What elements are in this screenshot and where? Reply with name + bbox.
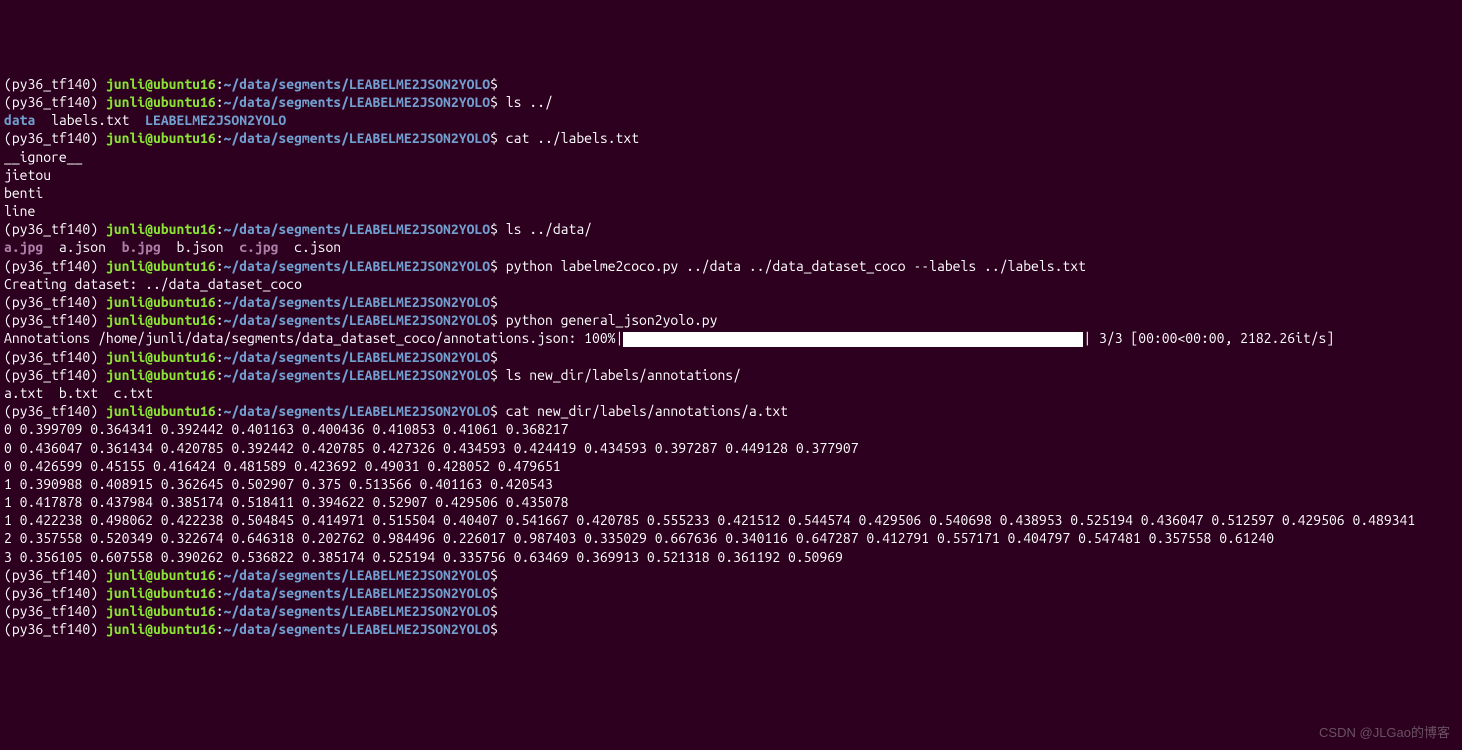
cwd-path: ~/data/segments/LEABELME2JSON2YOLO (224, 367, 491, 383)
user-host: junli@ubuntu16 (106, 258, 216, 274)
terminal-line: (py36_tf140) junli@ubuntu16:~/data/segme… (4, 584, 1458, 602)
output-line: 0 0.436047 0.361434 0.420785 0.392442 0.… (4, 439, 1458, 457)
user-host: junli@ubuntu16 (106, 349, 216, 365)
user-host: junli@ubuntu16 (106, 567, 216, 583)
user-host: junli@ubuntu16 (106, 403, 216, 419)
cwd-path: ~/data/segments/LEABELME2JSON2YOLO (224, 294, 491, 310)
output-line: 3 0.356105 0.607558 0.390262 0.536822 0.… (4, 548, 1458, 566)
env-label: (py36_tf140) (4, 294, 106, 310)
progress-bar (623, 332, 1083, 347)
env-label: (py36_tf140) (4, 567, 106, 583)
cwd-path: ~/data/segments/LEABELME2JSON2YOLO (224, 130, 491, 146)
env-label: (py36_tf140) (4, 621, 106, 637)
env-label: (py36_tf140) (4, 258, 106, 274)
cwd-path: ~/data/segments/LEABELME2JSON2YOLO (224, 221, 491, 237)
user-host: junli@ubuntu16 (106, 312, 216, 328)
terminal-line: (py36_tf140) junli@ubuntu16:~/data/segme… (4, 602, 1458, 620)
output-line: 0 0.426599 0.45155 0.416424 0.481589 0.4… (4, 457, 1458, 475)
output-line: jietou (4, 166, 1458, 184)
cwd-path: ~/data/segments/LEABELME2JSON2YOLO (224, 403, 491, 419)
cwd-path: ~/data/segments/LEABELME2JSON2YOLO (224, 349, 491, 365)
env-label: (py36_tf140) (4, 585, 106, 601)
output-line: line (4, 202, 1458, 220)
terminal-line: (py36_tf140) junli@ubuntu16:~/data/segme… (4, 620, 1458, 638)
output-line: __ignore__ (4, 148, 1458, 166)
command-text: ls ../ (506, 94, 553, 110)
output-line: Creating dataset: ../data_dataset_coco (4, 275, 1458, 293)
cwd-path: ~/data/segments/LEABELME2JSON2YOLO (224, 621, 491, 637)
command-text: ls new_dir/labels/annotations/ (506, 367, 741, 383)
watermark: CSDN @JLGao的博客 (1319, 725, 1450, 742)
user-host: junli@ubuntu16 (106, 294, 216, 310)
env-label: (py36_tf140) (4, 94, 106, 110)
env-label: (py36_tf140) (4, 603, 106, 619)
env-label: (py36_tf140) (4, 312, 106, 328)
command-text: ls ../data/ (506, 221, 592, 237)
output-line: a.jpg a.json b.jpg b.json c.jpg c.json (4, 238, 1458, 256)
terminal-line: (py36_tf140) junli@ubuntu16:~/data/segme… (4, 293, 1458, 311)
command-text: cat ../labels.txt (506, 130, 639, 146)
command-text: python general_json2yolo.py (506, 312, 718, 328)
cwd-path: ~/data/segments/LEABELME2JSON2YOLO (224, 585, 491, 601)
output-line: 1 0.417878 0.437984 0.385174 0.518411 0.… (4, 493, 1458, 511)
terminal-line: (py36_tf140) junli@ubuntu16:~/data/segme… (4, 129, 1458, 147)
terminal-line: (py36_tf140) junli@ubuntu16:~/data/segme… (4, 566, 1458, 584)
terminal-output[interactable]: (py36_tf140) junli@ubuntu16:~/data/segme… (4, 75, 1458, 639)
user-host: junli@ubuntu16 (106, 367, 216, 383)
terminal-line: (py36_tf140) junli@ubuntu16:~/data/segme… (4, 311, 1458, 329)
user-host: junli@ubuntu16 (106, 221, 216, 237)
command-text: python labelme2coco.py ../data ../data_d… (506, 258, 1086, 274)
output-line: 2 0.357558 0.520349 0.322674 0.646318 0.… (4, 529, 1458, 547)
cwd-path: ~/data/segments/LEABELME2JSON2YOLO (224, 312, 491, 328)
cwd-path: ~/data/segments/LEABELME2JSON2YOLO (224, 76, 491, 92)
output-line: 0 0.399709 0.364341 0.392442 0.401163 0.… (4, 420, 1458, 438)
cwd-path: ~/data/segments/LEABELME2JSON2YOLO (224, 603, 491, 619)
user-host: junli@ubuntu16 (106, 94, 216, 110)
env-label: (py36_tf140) (4, 367, 106, 383)
terminal-line: (py36_tf140) junli@ubuntu16:~/data/segme… (4, 257, 1458, 275)
output-line: benti (4, 184, 1458, 202)
progress-line: Annotations /home/junli/data/segments/da… (4, 329, 1458, 347)
user-host: junli@ubuntu16 (106, 76, 216, 92)
terminal-line: (py36_tf140) junli@ubuntu16:~/data/segme… (4, 75, 1458, 93)
cwd-path: ~/data/segments/LEABELME2JSON2YOLO (224, 258, 491, 274)
env-label: (py36_tf140) (4, 76, 106, 92)
output-line: data labels.txt LEABELME2JSON2YOLO (4, 111, 1458, 129)
user-host: junli@ubuntu16 (106, 621, 216, 637)
command-text: cat new_dir/labels/annotations/a.txt (506, 403, 788, 419)
terminal-line: (py36_tf140) junli@ubuntu16:~/data/segme… (4, 402, 1458, 420)
env-label: (py36_tf140) (4, 130, 106, 146)
cwd-path: ~/data/segments/LEABELME2JSON2YOLO (224, 567, 491, 583)
user-host: junli@ubuntu16 (106, 130, 216, 146)
terminal-line: (py36_tf140) junli@ubuntu16:~/data/segme… (4, 348, 1458, 366)
output-line: 1 0.390988 0.408915 0.362645 0.502907 0.… (4, 475, 1458, 493)
terminal-line: (py36_tf140) junli@ubuntu16:~/data/segme… (4, 93, 1458, 111)
output-line: a.txt b.txt c.txt (4, 384, 1458, 402)
terminal-line: (py36_tf140) junli@ubuntu16:~/data/segme… (4, 366, 1458, 384)
output-line: 1 0.422238 0.498062 0.422238 0.504845 0.… (4, 511, 1458, 529)
env-label: (py36_tf140) (4, 349, 106, 365)
env-label: (py36_tf140) (4, 221, 106, 237)
env-label: (py36_tf140) (4, 403, 106, 419)
cwd-path: ~/data/segments/LEABELME2JSON2YOLO (224, 94, 491, 110)
user-host: junli@ubuntu16 (106, 585, 216, 601)
terminal-line: (py36_tf140) junli@ubuntu16:~/data/segme… (4, 220, 1458, 238)
user-host: junli@ubuntu16 (106, 603, 216, 619)
